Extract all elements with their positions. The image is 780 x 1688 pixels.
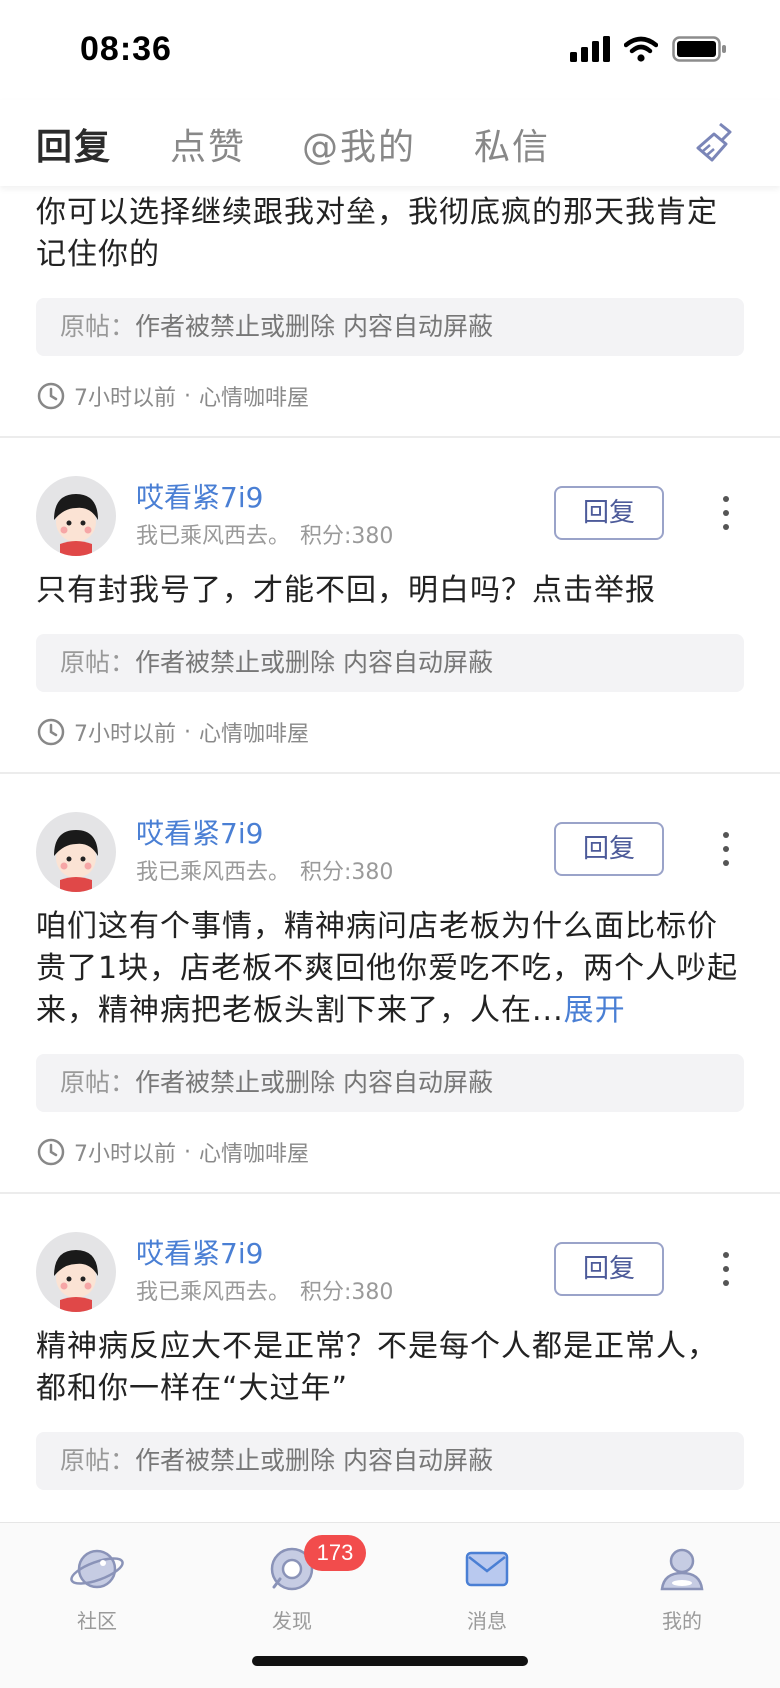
message-tabs: 回复 点赞 @我的 私信 (0, 100, 780, 186)
avatar[interactable] (36, 1232, 116, 1312)
list-item[interactable]: 哎看紧7i9 我已乘风西去。 积分:380 回复 咱们这有个事情，精神病问店老板为… (0, 802, 780, 1194)
planet-icon (70, 1549, 124, 1589)
nav-discover[interactable]: 发现 173 (232, 1535, 366, 1634)
more-options-icon[interactable] (708, 1244, 744, 1294)
username[interactable]: 哎看紧7i9 (136, 476, 263, 516)
original-post-text: 作者被禁止或删除 内容自动屏蔽 (135, 1446, 493, 1475)
expand-link[interactable]: 展开 (564, 993, 626, 1028)
original-post[interactable]: 原帖：作者被禁止或删除 内容自动屏蔽 (36, 1432, 744, 1490)
avatar[interactable] (36, 476, 116, 556)
signature: 我已乘风西去。 (136, 860, 291, 885)
tab-likes[interactable]: 点赞 (170, 118, 246, 170)
reply-meta: 7小时以前 · 心情咖啡屋 (36, 692, 744, 772)
original-post-text: 作者被禁止或删除 内容自动屏蔽 (135, 1068, 493, 1097)
reply-content: 咱们这有个事情，精神病问店老板为什么面比标价贵了1块，店老板不爽回他你爱吃不吃，… (36, 900, 744, 1032)
avatar[interactable] (36, 812, 116, 892)
notification-badge: 173 (304, 1535, 366, 1571)
reply-meta: 7小时以前 · 心情咖啡屋 (36, 1112, 744, 1192)
username[interactable]: 哎看紧7i9 (136, 812, 263, 852)
nav-messages[interactable]: 消息 (427, 1541, 547, 1634)
original-post-label: 原帖： (60, 1446, 136, 1475)
nav-community[interactable]: 社区 (37, 1541, 157, 1634)
nav-profile[interactable]: 我的 (622, 1541, 742, 1634)
reply-button[interactable]: 回复 (554, 822, 664, 876)
reply-text: 咱们这有个事情，精神病问店老板为什么面比标价贵了1块，店老板不爽回他你爱吃不吃，… (36, 909, 739, 1028)
clock-icon (37, 382, 65, 410)
reply-button[interactable]: 回复 (554, 486, 664, 540)
more-options-icon[interactable] (708, 488, 744, 538)
reply-time: 7小时以前 (74, 1142, 176, 1167)
more-options-icon[interactable] (708, 824, 744, 874)
reply-time: 7小时以前 (74, 722, 176, 747)
nav-discover-label: 发现 (272, 1609, 312, 1633)
original-post[interactable]: 原帖：作者被禁止或删除 内容自动屏蔽 (36, 298, 744, 356)
signature: 我已乘风西去。 (136, 524, 291, 549)
user-subline: 我已乘风西去。 积分:380 (136, 1274, 393, 1306)
broom-icon[interactable] (690, 118, 738, 166)
nav-community-label: 社区 (77, 1609, 117, 1633)
avatar-cartoon-icon (54, 494, 98, 556)
wifi-icon (624, 36, 658, 62)
nav-messages-label: 消息 (467, 1609, 507, 1633)
original-post[interactable]: 原帖：作者被禁止或删除 内容自动屏蔽 (36, 1054, 744, 1112)
profile-icon (660, 1548, 704, 1591)
cellular-signal-icon (570, 36, 610, 62)
meta-separator: · (184, 383, 191, 409)
signature: 我已乘风西去。 (136, 1280, 291, 1305)
list-item[interactable]: 你可以选择继续跟我对垒，我彻底疯的那天我肯定记住你的 原帖：作者被禁止或删除 内… (0, 186, 780, 438)
forum-name[interactable]: 心情咖啡屋 (199, 380, 309, 412)
username[interactable]: 哎看紧7i9 (136, 1232, 263, 1272)
avatar-cartoon-icon (54, 830, 98, 892)
score: 积分:380 (300, 1280, 394, 1305)
reply-feed[interactable]: 你可以选择继续跟我对垒，我彻底疯的那天我肯定记住你的 原帖：作者被禁止或删除 内… (0, 186, 780, 1522)
original-post-label: 原帖： (60, 648, 136, 677)
tab-mentions[interactable]: @我的 (302, 118, 416, 170)
score: 积分:380 (300, 524, 394, 549)
list-item[interactable]: 哎看紧7i9 我已乘风西去。 积分:380 回复 只有封我号了，才能不回，明白吗？… (0, 466, 780, 774)
original-post-label: 原帖： (60, 1068, 136, 1097)
clock-icon (37, 1138, 65, 1166)
reply-content: 只有封我号了，才能不回，明白吗？点击举报 (36, 573, 656, 608)
original-post-text: 作者被禁止或删除 内容自动屏蔽 (135, 648, 493, 677)
meta-separator: · (184, 1139, 191, 1165)
reply-content: 你可以选择继续跟我对垒，我彻底疯的那天我肯定记住你的 (36, 195, 718, 272)
user-subline: 我已乘风西去。 积分:380 (136, 518, 393, 550)
status-bar: 08:36 (0, 0, 780, 100)
original-post[interactable]: 原帖：作者被禁止或删除 内容自动屏蔽 (36, 634, 744, 692)
reply-content: 精神病反应大不是正常？不是每个人都是正常人，都和你一样在“大过年” (36, 1329, 718, 1406)
status-icons (570, 36, 728, 62)
reply-meta: 7小时以前 · 心情咖啡屋 (36, 356, 744, 436)
user-subline: 我已乘风西去。 积分:380 (136, 854, 393, 886)
tab-replies[interactable]: 回复 (36, 118, 112, 170)
score: 积分:380 (300, 860, 394, 885)
reply-time: 7小时以前 (74, 386, 176, 411)
original-post-text: 作者被禁止或删除 内容自动屏蔽 (135, 312, 493, 341)
status-time: 08:36 (80, 30, 172, 68)
clock-icon (37, 718, 65, 746)
reply-button[interactable]: 回复 (554, 1242, 664, 1296)
nav-profile-label: 我的 (662, 1609, 702, 1633)
forum-name[interactable]: 心情咖啡屋 (199, 716, 309, 748)
mail-icon (465, 1551, 509, 1587)
home-indicator[interactable] (252, 1656, 528, 1666)
tab-private-messages[interactable]: 私信 (474, 118, 550, 170)
meta-separator: · (184, 719, 191, 745)
battery-icon (672, 36, 726, 62)
avatar-cartoon-icon (54, 1250, 98, 1312)
forum-name[interactable]: 心情咖啡屋 (199, 1136, 309, 1168)
original-post-label: 原帖： (60, 312, 136, 341)
list-item[interactable]: 哎看紧7i9 我已乘风西去。 积分:380 回复 精神病反应大不是正常？不是每个人… (0, 1222, 780, 1490)
